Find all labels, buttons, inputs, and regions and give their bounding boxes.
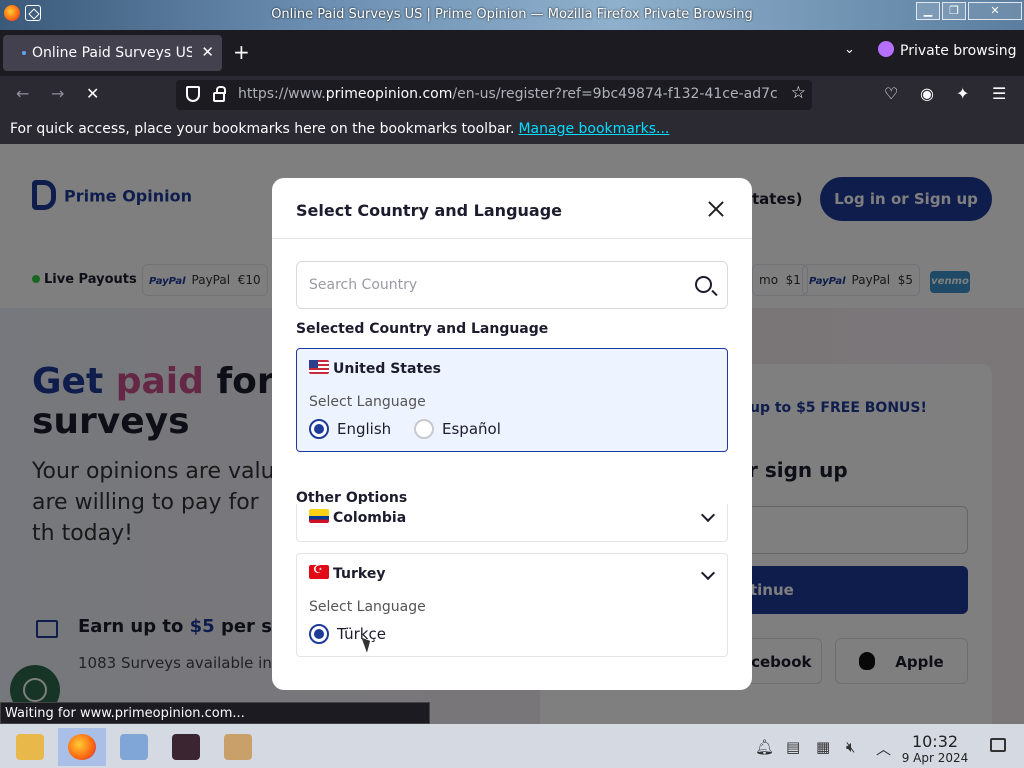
private-mask-icon <box>878 41 894 57</box>
radio-english[interactable] <box>309 419 329 439</box>
firefox-taskbar-icon[interactable] <box>58 728 106 766</box>
country-option-colombia[interactable]: Colombia <box>296 504 728 542</box>
bookmarks-toolbar: For quick access, place your bookmarks h… <box>0 114 1024 144</box>
search-icon[interactable] <box>695 276 712 293</box>
system-monitor-icon[interactable] <box>110 728 158 766</box>
lock-icon[interactable] <box>213 86 226 102</box>
language-label: Select Language <box>309 394 426 410</box>
maximize-button[interactable]: ❐ <box>942 2 966 20</box>
radio-espanol[interactable] <box>414 419 434 439</box>
pocket-icon[interactable]: ♡ <box>884 84 898 103</box>
window-title: Online Paid Surveys US | Prime Opinion —… <box>271 7 753 22</box>
list-all-tabs-icon[interactable]: ⌄ <box>844 42 855 57</box>
country-name: Colombia <box>309 509 406 526</box>
selected-country: United States <box>309 360 441 377</box>
tab-strip: Online Paid Surveys US | ✕ + ⌄ Private b… <box>0 30 1024 76</box>
modal-header: Select Country and Language <box>272 178 752 239</box>
navigation-toolbar: ← → ✕ https://www.primeopinion.com/en-us… <box>0 76 1024 114</box>
url-text[interactable]: https://www.primeopinion.com/en-us/regis… <box>238 86 778 102</box>
back-button[interactable]: ← <box>16 84 29 103</box>
loading-dot-icon <box>22 51 26 55</box>
close-icon[interactable] <box>705 198 727 220</box>
english-label[interactable]: English <box>337 420 391 438</box>
clock[interactable]: 10:32 9 Apr 2024 <box>898 732 972 765</box>
show-desktop-icon[interactable] <box>990 738 1006 752</box>
private-browsing-label: Private browsing <box>900 43 1017 59</box>
url-bar[interactable]: https://www.primeopinion.com/en-us/regis… <box>176 80 812 110</box>
bookmarks-hint: For quick access, place your bookmarks h… <box>10 121 515 137</box>
country-name: Turkey <box>309 563 385 582</box>
private-browsing-indicator: Private browsing <box>878 41 1017 59</box>
search-country-input[interactable]: Search Country <box>296 261 728 309</box>
country-option-turkey[interactable]: Turkey Select Language Türkçe <box>296 553 728 657</box>
turkey-flag-icon <box>309 563 329 579</box>
minimize-button[interactable]: ▁ <box>916 2 940 20</box>
calendar-icon[interactable]: ▦ <box>816 738 830 756</box>
selected-heading: Selected Country and Language <box>296 321 549 337</box>
chevron-down-icon[interactable] <box>700 507 716 523</box>
clock-time: 10:32 <box>911 732 959 751</box>
menu-icon[interactable]: ☰ <box>992 84 1006 103</box>
modal-title: Select Country and Language <box>296 201 563 220</box>
tracking-protection-icon[interactable] <box>186 86 200 102</box>
language-label: Select Language <box>309 599 426 615</box>
close-window-button[interactable]: ✕ <box>968 2 1022 20</box>
window-titlebar: Online Paid Surveys US | Prime Opinion —… <box>0 0 1024 30</box>
extensions-icon[interactable]: ✦ <box>956 84 969 103</box>
us-flag-icon <box>309 360 329 374</box>
clipboard-icon[interactable]: ▤ <box>786 738 800 756</box>
terminal-icon[interactable] <box>162 728 210 766</box>
clock-date: 9 Apr 2024 <box>901 751 969 765</box>
tab-active[interactable]: Online Paid Surveys US | ✕ <box>3 35 222 71</box>
chevron-down-icon[interactable] <box>700 565 716 581</box>
archive-manager-icon[interactable] <box>214 728 262 766</box>
radio-turkce[interactable] <box>309 624 329 644</box>
taskbar: 🔔︎ ▤ ▦ 🔇︎ ︿ 10:32 9 Apr 2024 <box>0 724 1024 768</box>
search-placeholder: Search Country <box>309 277 418 293</box>
country-language-modal: Select Country and Language Search Count… <box>272 178 752 690</box>
tab-title: Online Paid Surveys US | <box>32 45 192 61</box>
espanol-label[interactable]: Español <box>442 420 501 438</box>
status-bar: Waiting for www.primeopinion.com... <box>0 702 430 724</box>
colombia-flag-icon <box>309 509 329 523</box>
tab-close-icon[interactable]: ✕ <box>201 43 214 61</box>
notifications-icon[interactable]: 🔔︎ <box>755 738 774 756</box>
manage-bookmarks-link[interactable]: Manage bookmarks... <box>518 121 669 137</box>
tray-expand-icon[interactable]: ︿ <box>876 738 891 759</box>
forward-button[interactable]: → <box>51 84 64 103</box>
selected-country-card: United States Select Language English Es… <box>296 348 728 452</box>
bookmark-star-icon[interactable]: ☆ <box>791 83 806 103</box>
volume-muted-icon[interactable]: 🔇︎ <box>846 738 855 756</box>
stop-loading-button[interactable]: ✕ <box>86 84 99 103</box>
new-tab-button[interactable]: + <box>233 40 250 64</box>
file-manager-icon[interactable] <box>6 728 54 766</box>
account-icon[interactable]: ◉ <box>920 84 934 103</box>
